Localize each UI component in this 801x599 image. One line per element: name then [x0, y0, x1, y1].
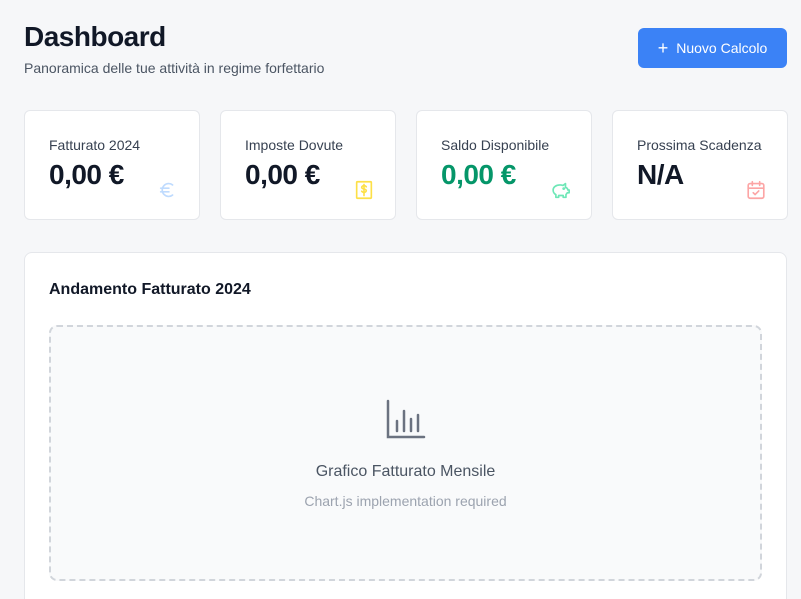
- chart-placeholder: Grafico Fatturato Mensile Chart.js imple…: [49, 325, 762, 581]
- stat-label: Prossima Scadenza: [637, 137, 762, 153]
- stat-label: Saldo Disponibile: [441, 137, 550, 153]
- stat-card-deadline: Prossima Scadenza N/A: [612, 110, 788, 220]
- stats-row: Fatturato 2024 0,00 € Imposte Dovute 0,0…: [24, 110, 788, 220]
- placeholder-note: Chart.js implementation required: [304, 493, 507, 509]
- piggy-bank-icon: [552, 182, 570, 199]
- receipt-dollar-icon: [355, 180, 373, 200]
- dashboard-page: Dashboard Panoramica delle tue attività …: [0, 0, 801, 599]
- calendar-check-icon: [747, 180, 765, 200]
- stat-card-revenue: Fatturato 2024 0,00 €: [24, 110, 200, 220]
- stat-label: Fatturato 2024: [49, 137, 141, 153]
- stat-card-taxes: Imposte Dovute 0,00 €: [220, 110, 396, 220]
- panel-title: Andamento Fatturato 2024: [49, 281, 251, 298]
- new-calculation-label: Nuovo Calcolo: [676, 40, 768, 56]
- revenue-chart-panel: Andamento Fatturato 2024 Grafico Fattura…: [24, 252, 787, 599]
- placeholder-title: Grafico Fatturato Mensile: [315, 463, 496, 480]
- new-calculation-button[interactable]: + Nuovo Calcolo: [638, 28, 787, 68]
- stat-label: Imposte Dovute: [245, 137, 344, 153]
- bar-chart-icon: [386, 399, 425, 439]
- stat-card-balance: Saldo Disponibile 0,00 €: [416, 110, 592, 220]
- plus-icon: +: [657, 38, 669, 58]
- euro-icon: [159, 182, 174, 198]
